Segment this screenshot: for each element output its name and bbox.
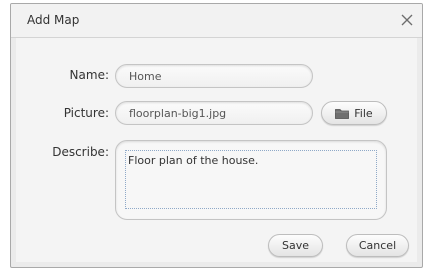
save-button[interactable]: Save [268,234,323,257]
file-button[interactable]: File [321,101,387,125]
dialog-title: Add Map [27,13,80,27]
picture-input[interactable] [115,101,313,125]
dialog-titlebar: Add Map [11,4,422,38]
describe-label: Describe: [52,145,109,159]
close-icon[interactable] [398,11,416,29]
name-input[interactable] [115,64,313,88]
picture-label: Picture: [63,106,109,120]
dialog-body: Name: Picture: File Describe: Floor plan… [16,38,417,262]
file-button-label: File [354,106,373,120]
cancel-button[interactable]: Cancel [346,234,409,257]
describe-textarea[interactable]: Floor plan of the house. [125,150,377,209]
folder-icon [335,108,350,119]
name-label: Name: [69,68,109,82]
describe-textarea-frame: Floor plan of the house. [115,140,387,220]
add-map-dialog: Add Map Name: Picture: File Describe: Fl… [10,3,423,268]
